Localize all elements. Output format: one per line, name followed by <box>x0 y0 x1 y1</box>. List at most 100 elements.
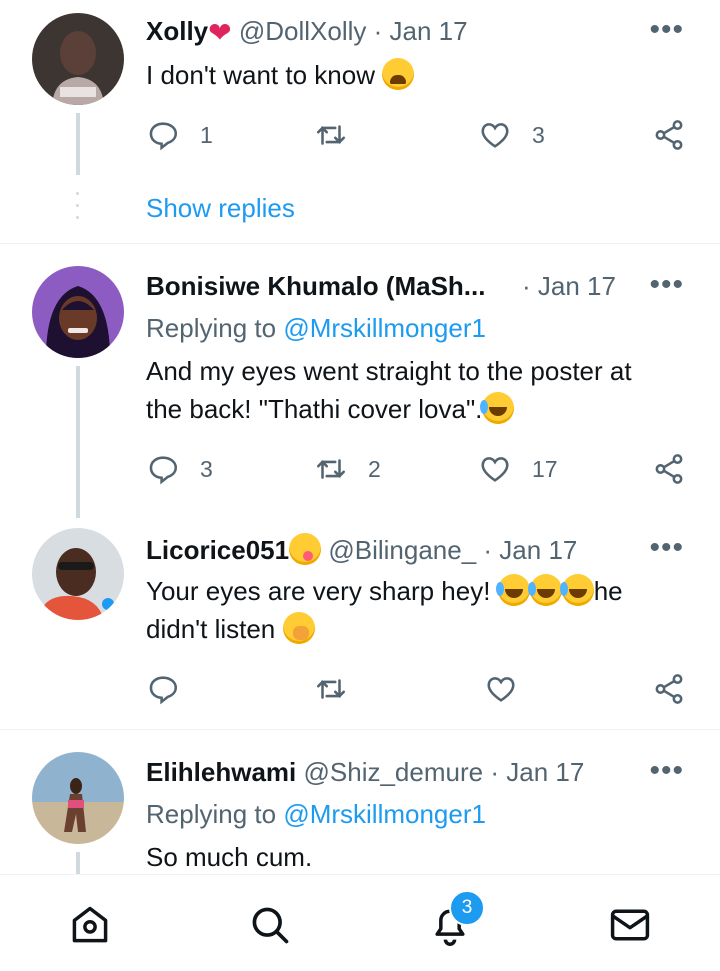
replying-to-label: Replying to <box>146 313 277 343</box>
tweet-text-line: Your eyes are very sharp hey! he <box>146 572 691 610</box>
tweet-header: Elihlehwami @Shiz_demure · Jan 17 <box>146 757 690 791</box>
avatar[interactable] <box>32 752 124 844</box>
timestamp[interactable]: Jan 17 <box>390 16 468 46</box>
like-icon <box>487 677 515 702</box>
retweet-button[interactable] <box>314 669 348 709</box>
like-count: 17 <box>532 455 558 482</box>
retweet-count: 2 <box>368 455 381 482</box>
thread-dots <box>76 192 80 228</box>
display-name[interactable]: Xolly <box>146 16 208 46</box>
more-options-icon[interactable]: ••• <box>649 15 684 45</box>
like-count: 3 <box>532 121 545 148</box>
messages-icon[interactable] <box>608 903 652 947</box>
thread-line <box>76 366 80 518</box>
yum-face-emoji <box>289 533 322 565</box>
retweet-icon <box>316 459 346 479</box>
timestamp[interactable]: Jan 17 <box>538 271 616 301</box>
tweet-text-content: didn't listen <box>146 614 276 644</box>
like-button[interactable]: 17 <box>478 449 558 489</box>
share-icon <box>655 674 683 704</box>
like-button[interactable]: 3 <box>478 115 545 155</box>
replying-to-line: Replying to @Mrskillmonger1 <box>146 313 690 344</box>
tweet-text: And my eyes went straight to the poster … <box>146 352 691 428</box>
reply-button[interactable]: 3 <box>146 449 213 489</box>
share-icon <box>655 120 683 150</box>
avatar[interactable] <box>32 13 124 105</box>
like-icon <box>481 457 509 482</box>
replying-to-handle[interactable]: @Mrskillmonger1 <box>283 799 486 829</box>
tweet-actions <box>146 669 691 709</box>
share-button[interactable] <box>652 669 686 709</box>
avatar[interactable] <box>32 528 124 620</box>
rofl-emoji <box>527 574 562 606</box>
share-button[interactable] <box>652 449 686 489</box>
reply-button[interactable] <box>146 669 180 709</box>
search-icon[interactable] <box>248 903 292 947</box>
retweet-button[interactable] <box>314 115 348 155</box>
tweet-actions: 3 2 17 <box>146 449 691 489</box>
share-button[interactable] <box>652 115 686 155</box>
tweet-actions: 1 3 <box>146 115 691 155</box>
tweet-text-content: So much cum. <box>146 842 313 872</box>
rofl-emoji <box>559 574 594 606</box>
rofl-emoji <box>495 574 530 606</box>
tweet-header: Bonisiwe Khumalo (MaSh... · Jan 17 <box>146 271 690 305</box>
tweet-text: I don't want to know <box>146 56 691 94</box>
handle[interactable]: @Shiz_demure <box>304 757 484 787</box>
tweet-text: So much cum. <box>146 838 691 876</box>
tweet-header: Licorice051 @Bilingane_ · Jan 17 <box>146 533 690 567</box>
reply-button[interactable]: 1 <box>146 115 213 155</box>
display-name[interactable]: Elihlehwami <box>146 757 296 787</box>
handle[interactable]: @DollXolly <box>239 16 367 46</box>
tweet-text-line-2: the back! "Thathi cover lova". <box>146 390 691 428</box>
separator: · <box>490 757 499 787</box>
separator: · <box>521 271 531 301</box>
tweet-text-line-2: didn't listen <box>146 610 691 648</box>
tweet-text-content: he <box>593 576 623 606</box>
tweet-text: Your eyes are very sharp hey! he didn't … <box>146 572 691 648</box>
reply-icon <box>149 676 178 705</box>
display-name[interactable]: Bonisiwe Khumalo (MaSh... <box>146 271 485 301</box>
hand-over-mouth-emoji <box>282 612 315 644</box>
more-options-icon[interactable]: ••• <box>649 533 684 563</box>
tweet-header: Xolly❤ @DollXolly · Jan 17 <box>146 16 690 50</box>
share-icon <box>655 454 683 484</box>
replying-to-label: Replying to <box>146 799 277 829</box>
timestamp[interactable]: Jan 17 <box>506 757 584 787</box>
notification-badge[interactable]: 3 <box>449 890 485 926</box>
weary-face-emoji <box>382 58 415 90</box>
tweet-text-content: the back! "Thathi cover lova". <box>146 394 483 424</box>
reply-count: 1 <box>200 121 213 148</box>
retweet-icon <box>316 125 346 145</box>
replying-to-line: Replying to @Mrskillmonger1 <box>146 799 690 830</box>
tweet-text-line: And my eyes went straight to the poster … <box>146 356 632 386</box>
bottom-nav: 3 <box>0 874 720 971</box>
show-replies-link[interactable]: Show replies <box>146 193 295 224</box>
handle[interactable]: @Bilingane_ <box>328 535 476 565</box>
display-name[interactable]: Licorice051 <box>146 535 289 565</box>
red-heart-emoji: ❤ <box>208 17 232 48</box>
more-options-icon[interactable]: ••• <box>649 756 684 786</box>
tweet-xolly[interactable]: Xolly❤ @DollXolly · Jan 17 ••• I don't w… <box>0 0 720 243</box>
tweet-elihlehwami[interactable]: Elihlehwami @Shiz_demure · Jan 17 ••• Re… <box>0 730 720 874</box>
timestamp[interactable]: Jan 17 <box>499 535 577 565</box>
rofl-emoji <box>480 392 515 424</box>
reply-count: 3 <box>200 455 213 482</box>
home-icon[interactable] <box>68 903 112 947</box>
reply-icon <box>149 456 178 485</box>
avatar[interactable] <box>32 266 124 358</box>
tweet-bonisiwe[interactable]: Bonisiwe Khumalo (MaSh... · Jan 17 ••• R… <box>0 244 720 729</box>
separator: · <box>483 535 493 565</box>
thread-line <box>76 113 80 175</box>
retweet-icon <box>316 679 346 699</box>
replying-to-handle[interactable]: @Mrskillmonger1 <box>283 313 486 343</box>
tweet-text-content: I don't want to know <box>146 60 375 90</box>
reply-icon <box>149 122 178 151</box>
separator: · <box>373 16 383 46</box>
more-options-icon[interactable]: ••• <box>649 270 684 300</box>
tweet-text-content: Your eyes are very sharp hey! <box>146 576 491 606</box>
thread-line <box>76 852 80 874</box>
like-button[interactable] <box>484 669 518 709</box>
like-icon <box>481 123 509 148</box>
retweet-button[interactable]: 2 <box>314 449 381 489</box>
